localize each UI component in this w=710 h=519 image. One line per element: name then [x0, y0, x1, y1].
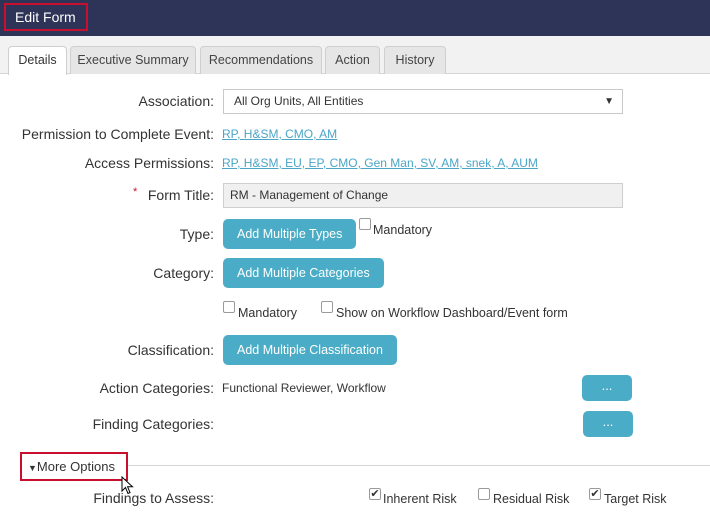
- tab-executive-summary[interactable]: Executive Summary: [70, 46, 196, 74]
- chevron-down-icon: ▼: [604, 96, 614, 107]
- show-on-workflow-label: Show on Workflow Dashboard/Event form: [336, 306, 568, 320]
- association-label: Association:: [138, 93, 214, 109]
- tab-action[interactable]: Action: [325, 46, 380, 74]
- findings-to-assess-label: Findings to Assess:: [93, 490, 214, 506]
- more-options-toggle[interactable]: ▼More Options: [20, 452, 128, 481]
- action-categories-value: Functional Reviewer, Workflow: [222, 381, 386, 395]
- target-risk-checkbox[interactable]: ✔: [589, 488, 601, 500]
- association-value: All Org Units, All Entities: [234, 94, 364, 108]
- caret-down-icon: ▼: [28, 463, 37, 473]
- tab-bar: Details Executive Summary Recommendation…: [0, 36, 710, 75]
- tab-details[interactable]: Details: [8, 46, 67, 75]
- access-permissions-link[interactable]: RP, H&SM, EU, EP, CMO, Gen Man, SV, AM, …: [222, 156, 538, 170]
- category-mandatory-label: Mandatory: [238, 306, 298, 320]
- classification-label: Classification:: [127, 342, 214, 358]
- finding-categories-label: Finding Categories:: [92, 416, 214, 432]
- access-permissions-label: Access Permissions:: [84, 155, 214, 171]
- permission-complete-label: Permission to Complete Event:: [21, 126, 214, 142]
- add-multiple-classification-button[interactable]: Add Multiple Classification: [223, 335, 397, 365]
- association-select[interactable]: All Org Units, All Entities ▼: [223, 89, 623, 114]
- action-categories-more-button[interactable]: ...: [582, 375, 632, 401]
- category-label: Category:: [153, 265, 214, 281]
- form-title-input[interactable]: RM - Management of Change: [223, 183, 623, 208]
- finding-categories-more-button[interactable]: ...: [583, 411, 633, 437]
- section-divider: [128, 465, 710, 466]
- window-title: Edit Form: [4, 3, 88, 31]
- title-bar: Edit Form: [0, 0, 710, 36]
- type-label: Type:: [179, 226, 214, 242]
- type-mandatory-checkbox[interactable]: [359, 218, 371, 230]
- show-on-workflow-checkbox[interactable]: [321, 301, 333, 313]
- permission-complete-link[interactable]: RP, H&SM, CMO, AM: [222, 127, 337, 141]
- target-risk-label: Target Risk: [604, 492, 667, 506]
- more-options-label: More Options: [36, 459, 115, 474]
- type-mandatory-label: Mandatory: [373, 223, 433, 237]
- tab-recommendations[interactable]: Recommendations: [200, 46, 322, 74]
- inherent-risk-checkbox[interactable]: ✔: [369, 488, 381, 500]
- action-categories-label: Action Categories:: [99, 380, 214, 396]
- residual-risk-checkbox[interactable]: [478, 488, 490, 500]
- form-title-label: Form Title:: [147, 187, 214, 203]
- inherent-risk-label: Inherent Risk: [383, 492, 457, 506]
- tab-history[interactable]: History: [384, 46, 446, 74]
- add-multiple-types-button[interactable]: Add Multiple Types: [223, 219, 357, 249]
- category-mandatory-checkbox[interactable]: [223, 301, 235, 313]
- add-multiple-categories-button[interactable]: Add Multiple Categories: [223, 258, 384, 288]
- residual-risk-label: Residual Risk: [493, 492, 570, 506]
- required-marker: *: [133, 186, 138, 198]
